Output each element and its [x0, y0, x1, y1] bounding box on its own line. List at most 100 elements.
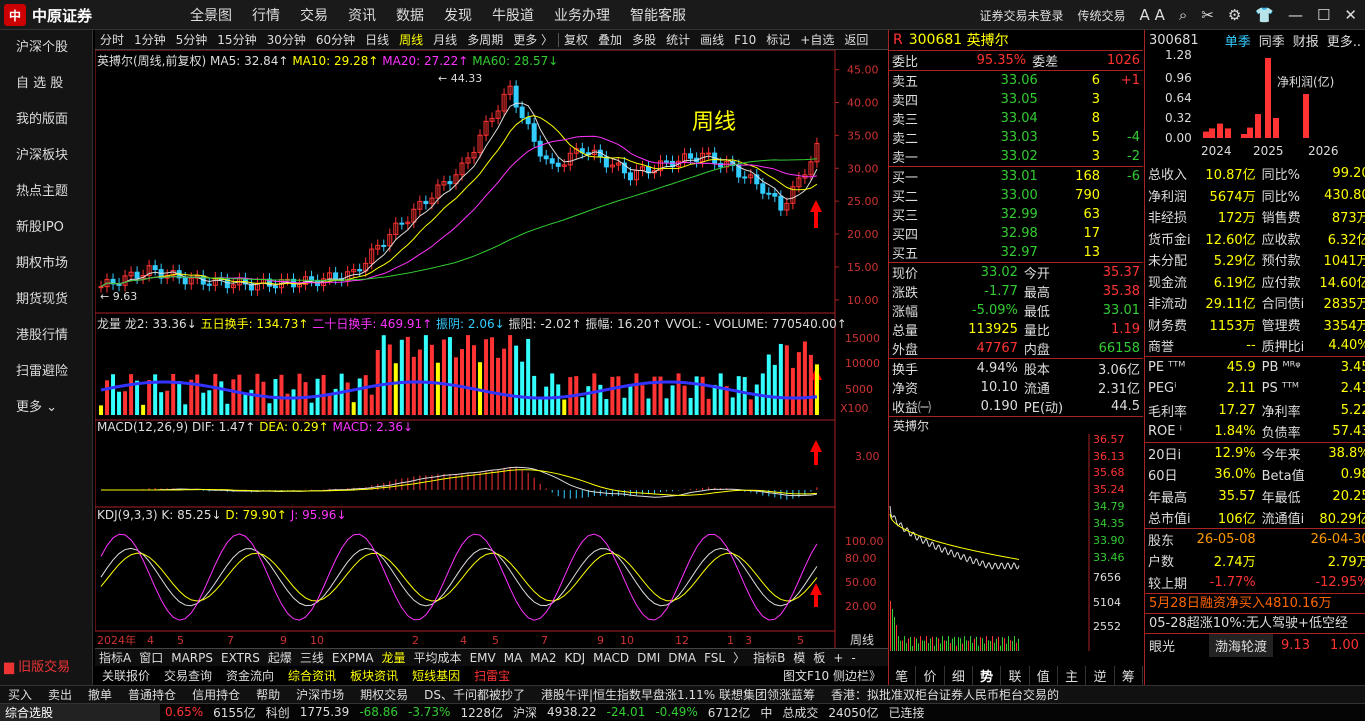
period-tab[interactable]: 分时	[95, 31, 129, 48]
menu-item[interactable]: 智能客服	[630, 5, 686, 25]
fin-tab[interactable]: 单季	[1225, 35, 1251, 50]
menu-item[interactable]: 交易	[300, 5, 328, 25]
sidebar-item[interactable]: 沪深个股	[0, 30, 92, 66]
quote-tab[interactable]: 价	[916, 666, 945, 685]
mini-intraday-chart[interactable]: 36.57 36.13 35.68 35.24 34.79 34.35 33.90 33.46…	[889, 433, 1143, 651]
period-tab[interactable]: 多周期	[462, 31, 508, 48]
info-tab[interactable]: 综合资讯	[281, 667, 343, 684]
old-trade-button[interactable]: ▆ 旧版交易	[4, 656, 70, 675]
ask-row[interactable]: 卖四 33.05 3	[889, 90, 1143, 109]
menu-item[interactable]: 业务办理	[554, 5, 610, 25]
bid-row[interactable]: 买三 32.99 63	[889, 205, 1143, 224]
search-icon[interactable]: ⌕	[1179, 6, 1187, 24]
trade-bar-item[interactable]: 帮助	[248, 686, 288, 703]
indicator-tab[interactable]: 〉	[729, 649, 749, 666]
margin-news[interactable]: 5月28日融资净买入4810.16万	[1145, 593, 1365, 613]
net-profit-chart[interactable]: 1.28 0.96 0.64 0.32 0.00 净利润(亿) 2024 2025 2026	[1145, 48, 1365, 160]
bid-row[interactable]: 买一 33.01 168 -6	[889, 166, 1143, 186]
trade-bar-item[interactable]: 卖出	[40, 686, 80, 703]
trade-bar-item[interactable]: 港股午评|恒生指数早盘涨1.11% 联想集团领涨蓝筹	[533, 686, 823, 703]
ask-row[interactable]: 卖一 33.02 3 -2	[889, 147, 1143, 167]
indicator-tab[interactable]: DMI	[633, 651, 664, 665]
menu-item[interactable]: 资讯	[348, 5, 376, 25]
indicator-tab[interactable]: EXPMA	[328, 651, 378, 665]
sidebar-item[interactable]: 沪深板块	[0, 138, 92, 174]
period-tab[interactable]: 周线	[394, 31, 428, 48]
trade-style[interactable]: 传统交易	[1078, 7, 1126, 24]
info-tab[interactable]: 短线基因	[405, 667, 467, 684]
period-tab[interactable]: 1分钟	[129, 31, 171, 48]
indicator-tab[interactable]: KDJ	[560, 651, 589, 665]
tool-button[interactable]: F10	[729, 33, 761, 47]
tool-button[interactable]: 统计	[661, 31, 695, 48]
trade-bar-item[interactable]: 沪深市场	[288, 686, 352, 703]
indicator-tab[interactable]: 平均成本	[410, 649, 466, 666]
period-tab[interactable]: 5分钟	[171, 31, 213, 48]
quote-tab[interactable]: 值	[1030, 666, 1058, 685]
period-tab[interactable]: 日线	[360, 31, 394, 48]
indicator-tab[interactable]: 指标A	[95, 649, 135, 666]
trade-bar-item[interactable]: 香港：拟批准双柜台证券人民币柜台交易的	[823, 686, 1067, 703]
settings-icon[interactable]: ⚙	[1228, 6, 1241, 24]
indicator-tab[interactable]: MA	[500, 651, 527, 665]
sidebar-item[interactable]: 港股行情	[0, 318, 92, 354]
tool-button[interactable]: 画线	[695, 31, 729, 48]
indicator-tab[interactable]: MA2	[526, 651, 560, 665]
sidebar-item[interactable]: 更多 ⌄	[0, 390, 92, 426]
trade-bar-item[interactable]: 信用持仓	[184, 686, 248, 703]
ask-row[interactable]: 卖三 33.04 8	[889, 109, 1143, 128]
menu-item[interactable]: 行情	[252, 5, 280, 25]
info-tab[interactable]: 板块资讯	[343, 667, 405, 684]
maximize-icon[interactable]: ☐	[1317, 6, 1330, 24]
indicator-tab[interactable]: 起爆	[264, 649, 296, 666]
tool-button[interactable]: +自选	[795, 31, 839, 48]
trade-bar-item[interactable]: DS、千问都被抄了	[416, 686, 533, 703]
quote-tab[interactable]: 势	[973, 666, 1002, 685]
ask-row[interactable]: 卖二 33.03 5 -4	[889, 128, 1143, 147]
font-size-icon[interactable]: A A	[1140, 6, 1165, 24]
indicator-tab[interactable]: -	[847, 651, 859, 665]
sidebar-item[interactable]: 新股IPO	[0, 210, 92, 246]
quote-tab[interactable]: 联	[1001, 666, 1030, 685]
sidebar-item[interactable]: 我的版面	[0, 102, 92, 138]
fin-tab[interactable]: 同季	[1259, 35, 1285, 50]
period-tab[interactable]: 15分钟	[212, 31, 261, 48]
info-tab[interactable]: 关联报价	[95, 667, 157, 684]
quote-tab[interactable]: 笔	[888, 666, 917, 685]
f10-sidebar-toggle[interactable]: 图文F10 侧边栏》	[776, 667, 888, 684]
indicator-tab[interactable]: EXTRS	[217, 651, 264, 665]
sidebar-item[interactable]: 期权市场	[0, 246, 92, 282]
trade-bar-item[interactable]: 普通持仓	[120, 686, 184, 703]
period-tab[interactable]: 60分钟	[311, 31, 360, 48]
trade-bar-item[interactable]: 撤单	[80, 686, 120, 703]
fin-tab[interactable]: 财报	[1293, 35, 1319, 50]
sidebar-item[interactable]: 热点主题	[0, 174, 92, 210]
tool-button[interactable]: 复权	[559, 31, 593, 48]
info-tab[interactable]: 资金流向	[219, 667, 281, 684]
bid-row[interactable]: 买四 32.98 17	[889, 224, 1143, 243]
indicator-tab[interactable]: 模	[789, 649, 809, 666]
indicator-tab[interactable]: 三线	[296, 649, 328, 666]
period-tab[interactable]: 月线	[428, 31, 462, 48]
quote-tab[interactable]: 主	[1058, 666, 1087, 685]
quote-tab[interactable]: 筹	[1115, 666, 1143, 685]
info-tab[interactable]: 扫雷宝	[467, 667, 517, 684]
quote-tab[interactable]: 逆	[1086, 666, 1115, 685]
indicator-tab[interactable]: DMA	[664, 651, 700, 665]
skin-icon[interactable]: 👕	[1255, 6, 1274, 24]
login-status[interactable]: 证券交易未登录	[980, 7, 1064, 24]
close-icon[interactable]: ✕	[1344, 6, 1357, 24]
tool-button[interactable]: 返回	[839, 31, 873, 48]
sidebar-item[interactable]: 自 选 股	[0, 66, 92, 102]
indicator-tab[interactable]: +	[829, 651, 847, 665]
trade-bar-item[interactable]: 期权交易	[352, 686, 416, 703]
indicator-tab[interactable]: 窗口	[135, 649, 167, 666]
bid-row[interactable]: 买五 32.97 13	[889, 243, 1143, 262]
fin-tab[interactable]: 更多..	[1327, 35, 1361, 50]
chart-area[interactable]: 45.00 40.00 35.00 30.00 25.00 20.00 15.00 10.00…	[95, 50, 888, 648]
indicator-tab[interactable]: 指标B	[749, 649, 789, 666]
minimize-icon[interactable]: —	[1288, 6, 1303, 24]
trade-bar-item[interactable]: 买入	[0, 686, 40, 703]
tool-button[interactable]: 叠加	[593, 31, 627, 48]
tools-icon[interactable]: ✂	[1201, 6, 1214, 24]
